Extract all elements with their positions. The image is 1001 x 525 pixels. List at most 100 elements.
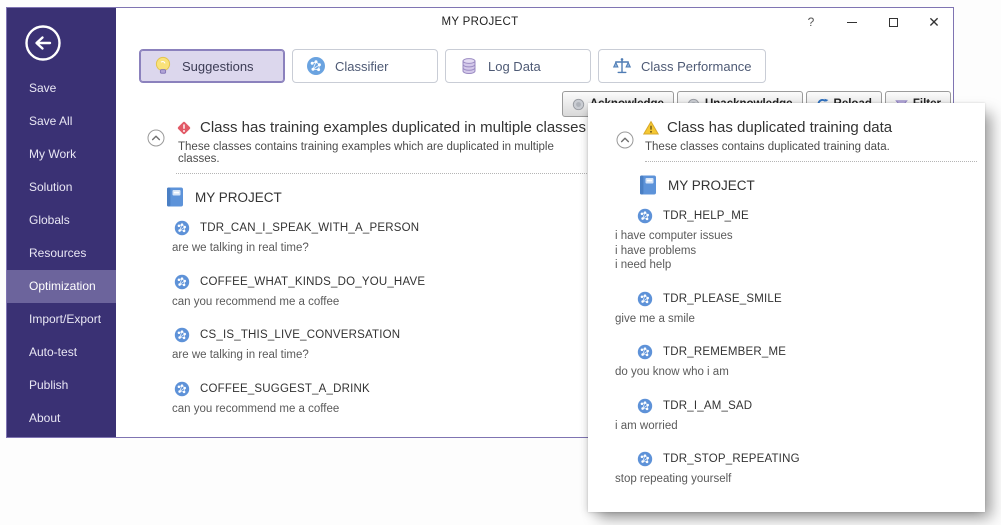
sidebar-item-about[interactable]: About — [7, 402, 116, 435]
collapse-section-button[interactable] — [147, 129, 165, 147]
training-examples: give me a smile — [588, 312, 985, 327]
class-item: TDR_PLEASE_SMILE give me a smile — [588, 291, 985, 327]
class-icon — [174, 381, 190, 397]
class-icon — [174, 274, 190, 290]
sidebar-item-solution[interactable]: Solution — [7, 171, 116, 204]
training-example: can you recommend me a coffee — [172, 402, 340, 415]
class-name: TDR_REMEMBER_ME — [663, 346, 787, 358]
class-row[interactable]: TDR_I_AM_SAD — [588, 398, 985, 414]
section-subtitle: These classes contains duplicated traini… — [645, 141, 890, 153]
tab-log-data[interactable]: Log Data — [445, 49, 591, 83]
training-example: can you recommend me a coffee — [172, 295, 340, 308]
tab-bar: Suggestions Classifier Log Data Class Pe… — [139, 49, 766, 83]
class-list: TDR_CAN_I_SPEAK_WITH_A_PERSON are we tal… — [137, 220, 595, 416]
class-row[interactable]: COFFEE_WHAT_KINDS_DO_YOU_HAVE — [137, 274, 595, 290]
class-item: TDR_REMEMBER_ME do you know who i am — [588, 344, 985, 380]
scales-icon — [612, 56, 632, 76]
overlay-panel: Class has duplicated training data These… — [588, 103, 985, 512]
training-example: i am worried — [615, 419, 678, 432]
training-examples: do you know who i am — [588, 365, 985, 380]
maximize-button[interactable] — [886, 15, 900, 29]
project-node[interactable]: MY PROJECT — [588, 174, 985, 196]
class-item: CS_IS_THIS_LIVE_CONVERSATION are we talk… — [137, 327, 595, 363]
training-examples: are we talking in real time? — [137, 348, 595, 363]
class-name: COFFEE_WHAT_KINDS_DO_YOU_HAVE — [200, 275, 426, 288]
tab-label: Log Data — [488, 58, 541, 74]
training-example: i have problems — [615, 244, 697, 257]
class-icon — [637, 344, 653, 360]
class-item: COFFEE_WHAT_KINDS_DO_YOU_HAVE can you re… — [137, 274, 595, 310]
back-arrow-icon — [25, 25, 61, 61]
training-examples: i have computer issues i have problems i n… — [588, 229, 985, 273]
close-button[interactable]: ✕ — [927, 14, 941, 30]
section-title: Class has duplicated training data — [667, 119, 893, 136]
training-example: are we talking in real time? — [172, 242, 309, 254]
class-icon — [637, 451, 653, 467]
classifier-icon — [306, 56, 326, 76]
sidebar-item-import-export[interactable]: Import/Export — [7, 303, 116, 336]
class-row[interactable]: TDR_REMEMBER_ME — [588, 344, 985, 360]
training-example: do you know who i am — [615, 366, 729, 378]
class-item: TDR_CAN_I_SPEAK_WITH_A_PERSON are we tal… — [137, 220, 595, 256]
sidebar-item-optimization[interactable]: Optimization — [7, 270, 116, 303]
class-icon — [174, 327, 190, 343]
training-example: give me a smile — [615, 312, 695, 325]
tab-class-performance[interactable]: Class Performance — [598, 49, 766, 83]
minimize-button[interactable] — [845, 15, 859, 29]
window-controls: ? ✕ — [804, 14, 941, 30]
section-duplicated-training-data: Class has duplicated training data These… — [588, 119, 985, 505]
class-row[interactable]: TDR_CAN_I_SPEAK_WITH_A_PERSON — [137, 220, 595, 236]
training-examples: i am worried — [588, 419, 985, 434]
help-button[interactable]: ? — [804, 15, 818, 29]
titlebar: MY PROJECT ? ✕ — [7, 8, 953, 36]
maximize-icon — [888, 17, 898, 27]
section-title: Class has training examples duplicated i… — [200, 119, 587, 136]
error-diamond-icon — [176, 120, 192, 136]
class-icon — [174, 220, 190, 236]
sidebar-item-globals[interactable]: Globals — [7, 204, 116, 237]
class-row[interactable]: TDR_HELP_ME — [588, 208, 985, 224]
training-example: i need help — [615, 259, 672, 271]
sidebar-item-publish[interactable]: Publish — [7, 369, 116, 402]
class-item: TDR_STOP_REPEATING stop repeating yourse… — [588, 451, 985, 487]
sidebar-nav: Save Save All My Work Solution Globals Resour… — [7, 72, 116, 435]
training-examples: are we talking in real time? — [137, 241, 595, 256]
sidebar-item-auto-test[interactable]: Auto-test — [7, 336, 116, 369]
class-name: CS_IS_THIS_LIVE_CONVERSATION — [200, 329, 401, 341]
warning-triangle-icon — [642, 120, 660, 136]
section-duplicated-in-multiple-classes: Class has training examples duplicated i… — [137, 119, 595, 434]
training-examples: stop repeating yourself — [588, 472, 985, 487]
class-row[interactable]: COFFEE_SUGGEST_A_DRINK — [137, 381, 595, 397]
back-button[interactable] — [23, 23, 63, 63]
minimize-icon — [847, 21, 857, 23]
tab-classifier[interactable]: Classifier — [292, 49, 438, 83]
class-list: TDR_HELP_ME i have computer issues i have… — [588, 208, 985, 487]
sidebar-item-my-work[interactable]: My Work — [7, 138, 116, 171]
class-name: TDR_CAN_I_SPEAK_WITH_A_PERSON — [200, 222, 420, 234]
database-icon — [459, 56, 479, 76]
class-name: TDR_I_AM_SAD — [663, 399, 753, 412]
project-node[interactable]: MY PROJECT — [137, 186, 595, 208]
class-name: TDR_HELP_ME — [663, 210, 749, 222]
sidebar-item-save[interactable]: Save — [7, 72, 116, 105]
sidebar: Save Save All My Work Solution Globals Resour… — [7, 8, 116, 437]
class-item: TDR_HELP_ME i have computer issues i have… — [588, 208, 985, 273]
book-icon — [164, 186, 186, 208]
sidebar-item-resources[interactable]: Resources — [7, 237, 116, 270]
section-subtitle: These classes contains training examples… — [178, 141, 554, 165]
class-row[interactable]: TDR_PLEASE_SMILE — [588, 291, 985, 307]
class-name: COFFEE_SUGGEST_A_DRINK — [200, 382, 370, 395]
class-icon — [637, 291, 653, 307]
collapse-section-button[interactable] — [616, 131, 634, 149]
sidebar-item-save-all[interactable]: Save All — [7, 105, 116, 138]
tab-label: Classifier — [335, 58, 389, 74]
lightbulb-icon — [153, 56, 173, 76]
class-item: COFFEE_SUGGEST_A_DRINK can you recommend… — [137, 381, 595, 417]
class-name: TDR_PLEASE_SMILE — [663, 292, 782, 305]
class-row[interactable]: CS_IS_THIS_LIVE_CONVERSATION — [137, 327, 595, 343]
tab-suggestions[interactable]: Suggestions — [139, 49, 285, 83]
training-example: stop repeating yourself — [615, 473, 732, 485]
class-icon — [637, 398, 653, 414]
training-examples: can you recommend me a coffee — [137, 295, 595, 310]
class-row[interactable]: TDR_STOP_REPEATING — [588, 451, 985, 467]
